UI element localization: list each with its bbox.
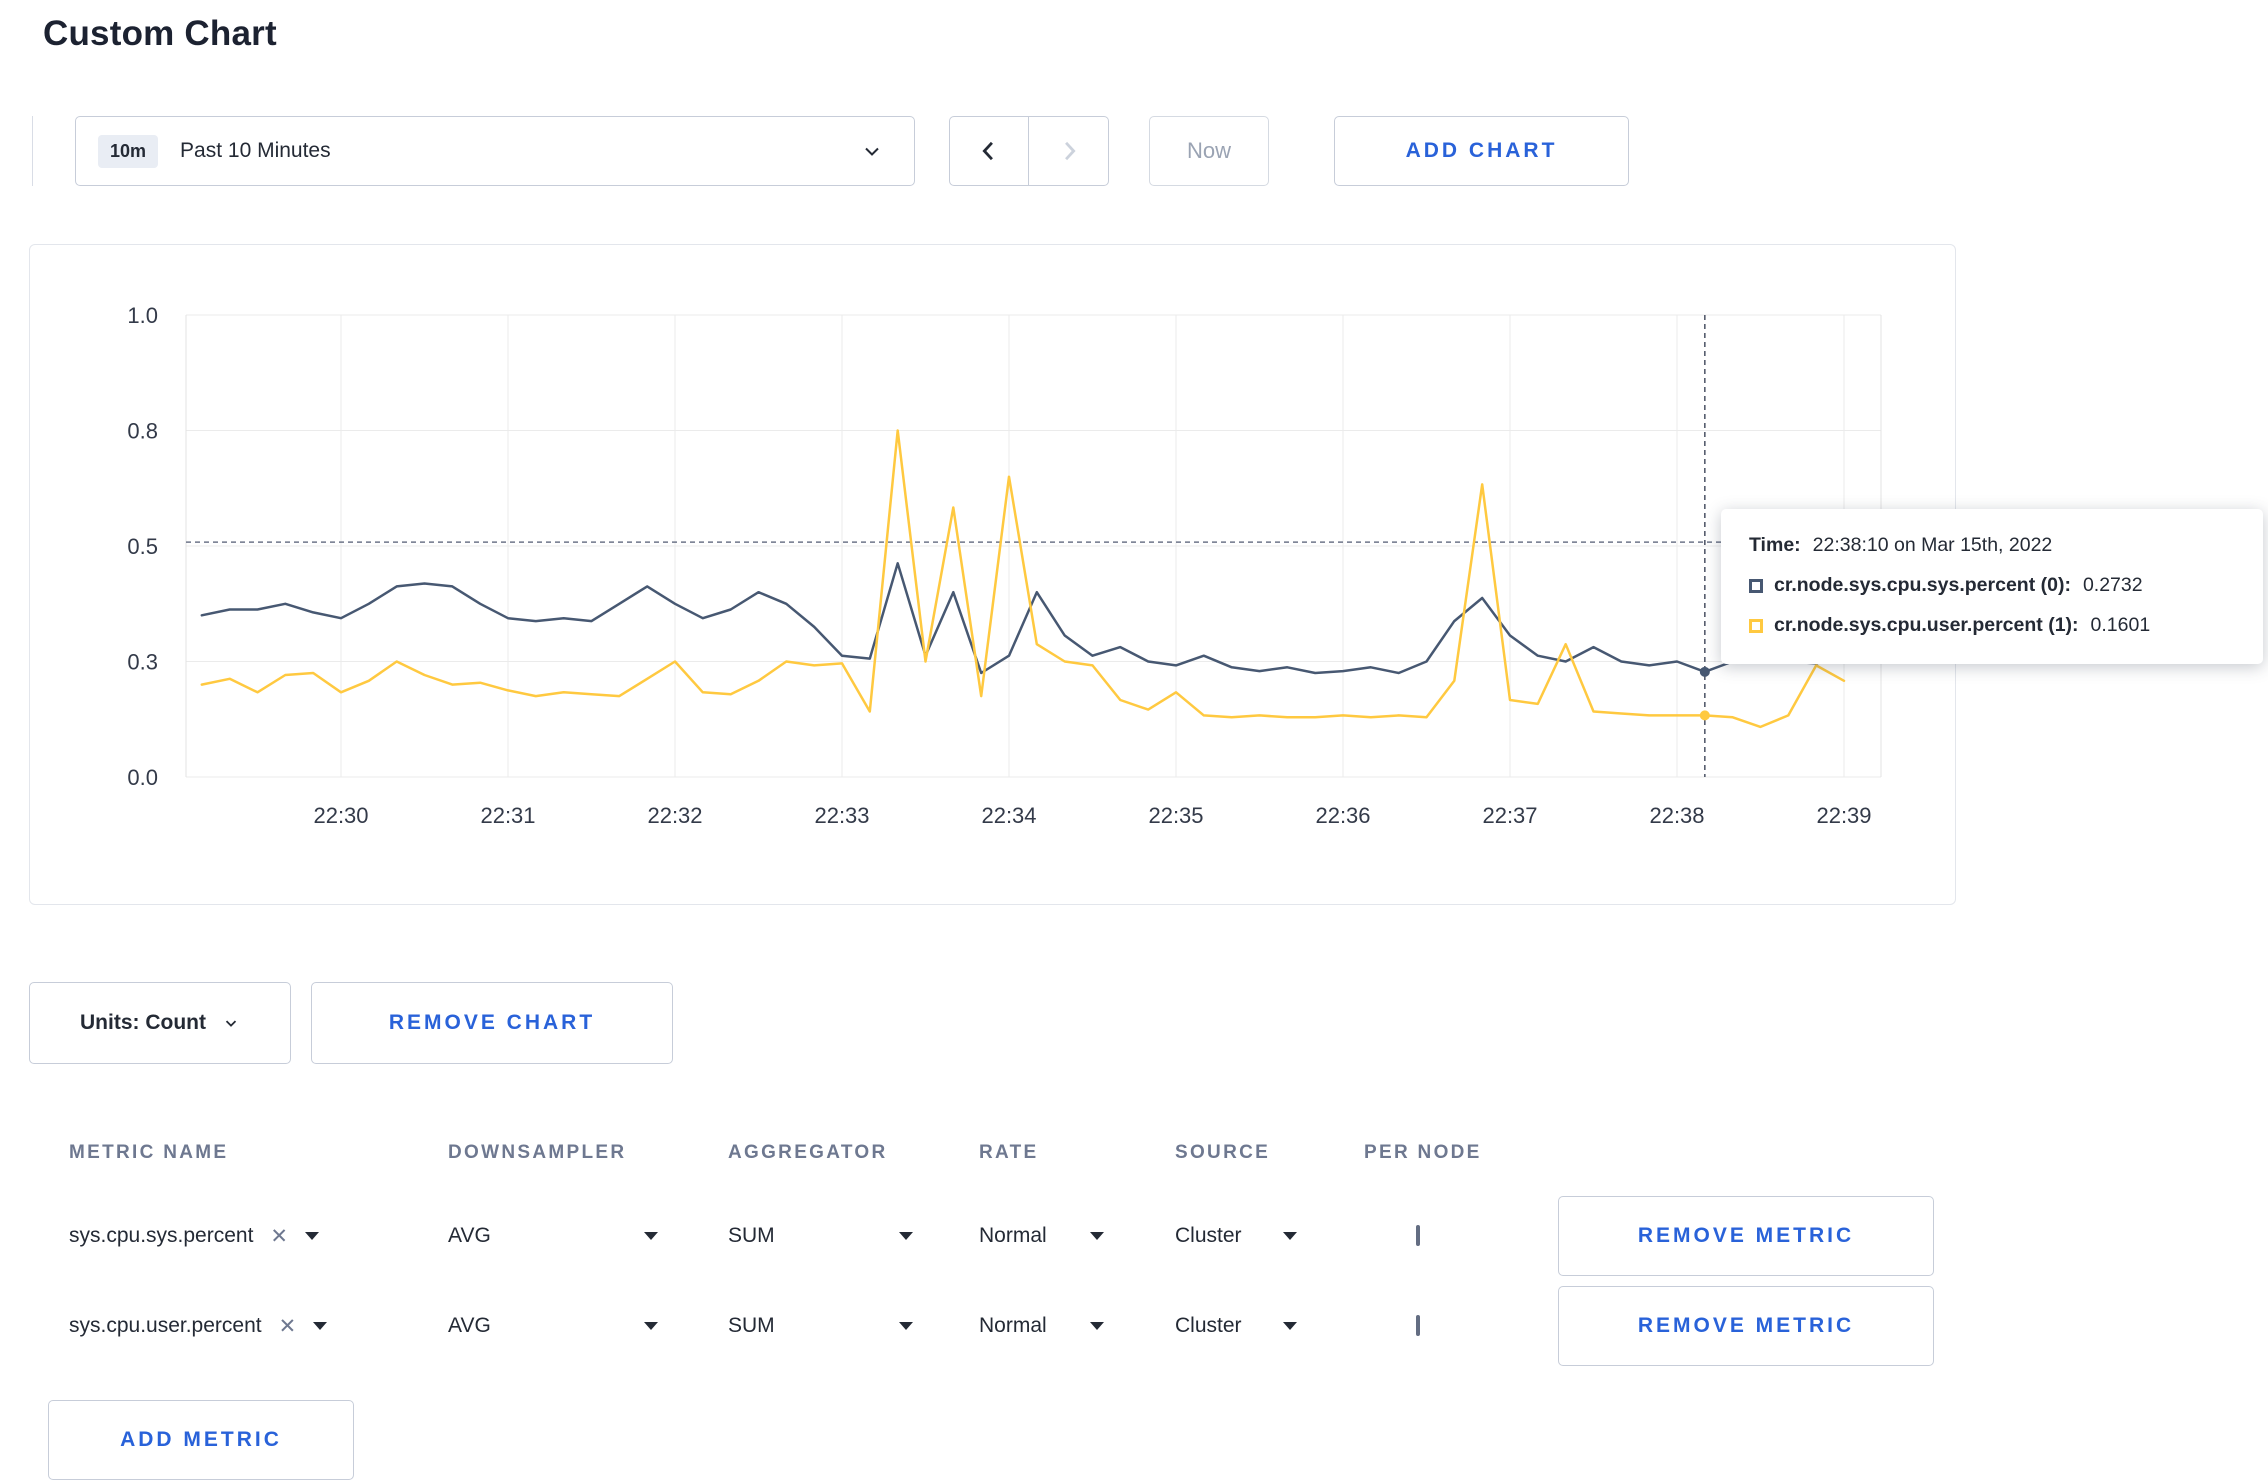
svg-text:22:33: 22:33: [814, 803, 869, 828]
tooltip-series-value: 0.2732: [2082, 574, 2143, 596]
source-value: Cluster: [1175, 1224, 1242, 1247]
rate-select[interactable]: Normal: [979, 1314, 1104, 1338]
header-metric-name: METRIC NAME: [69, 1142, 229, 1163]
now-button[interactable]: Now: [1149, 116, 1269, 186]
caret-down-icon: [1283, 1322, 1297, 1330]
aggregator-select[interactable]: SUM: [728, 1314, 913, 1338]
add-chart-button[interactable]: ADD CHART: [1334, 116, 1629, 186]
chevron-down-icon: [860, 139, 884, 163]
caret-down-icon: [899, 1232, 913, 1240]
rate-value: Normal: [979, 1224, 1047, 1247]
caret-down-icon: [644, 1322, 658, 1330]
caret-down-icon: [1090, 1232, 1104, 1240]
tooltip-time-row: Time: 22:38:10 on Mar 15th, 2022: [1749, 534, 2235, 557]
svg-text:22:39: 22:39: [1816, 803, 1871, 828]
chart-card: 0.0 0.3 0.5 0.8 1.0 22:30 22:31 22:32 22:33 22:34…: [29, 244, 1956, 905]
time-range-label: Past 10 Minutes: [180, 139, 331, 162]
header-rate: RATE: [979, 1142, 1039, 1163]
metric-name-select[interactable]: sys.cpu.user.percent ✕: [69, 1314, 448, 1338]
svg-text:1.0: 1.0: [127, 303, 158, 328]
per-node-checkbox[interactable]: [1416, 1315, 1420, 1336]
metrics-line-chart[interactable]: 0.0 0.3 0.5 0.8 1.0 22:30 22:31 22:32 22:33 22:34…: [30, 245, 1955, 904]
source-select[interactable]: Cluster: [1175, 1314, 1297, 1338]
svg-text:0.8: 0.8: [127, 419, 158, 444]
aggregator-select[interactable]: SUM: [728, 1224, 913, 1248]
clear-icon[interactable]: ✕: [270, 1226, 288, 1247]
header-aggregator: AGGREGATOR: [728, 1142, 888, 1163]
per-node-checkbox[interactable]: [1416, 1225, 1420, 1246]
time-range-select[interactable]: 10m Past 10 Minutes: [75, 116, 915, 186]
caret-down-icon: [313, 1322, 328, 1330]
remove-chart-button[interactable]: REMOVE CHART: [311, 982, 673, 1064]
chevron-left-icon: [975, 137, 1003, 165]
rate-select[interactable]: Normal: [979, 1224, 1104, 1248]
metric-row: sys.cpu.user.percent ✕ AVG SUM Normal Cl…: [29, 1284, 2239, 1368]
tooltip-series-row: cr.node.sys.cpu.sys.percent (0): 0.2732: [1749, 574, 2235, 597]
source-select[interactable]: Cluster: [1175, 1224, 1297, 1248]
svg-text:0.5: 0.5: [127, 534, 158, 559]
svg-text:0.0: 0.0: [127, 765, 158, 790]
svg-text:22:30: 22:30: [313, 803, 368, 828]
svg-text:22:35: 22:35: [1148, 803, 1203, 828]
metric-name-value: sys.cpu.sys.percent: [69, 1224, 254, 1247]
metrics-table-header: METRIC NAME DOWNSAMPLER AGGREGATOR RATE …: [29, 1114, 2239, 1188]
tooltip-time-label: Time:: [1749, 534, 1801, 556]
toolbar: 10m Past 10 Minutes Now ADD CHART: [32, 116, 2239, 186]
time-forward-button[interactable]: [1029, 116, 1109, 186]
add-metric-button[interactable]: ADD METRIC: [48, 1400, 354, 1480]
downsampler-value: AVG: [448, 1314, 491, 1337]
custom-chart-page: Custom Chart 10m Past 10 Minutes Now ADD…: [0, 0, 2268, 1480]
chart-tooltip: Time: 22:38:10 on Mar 15th, 2022 cr.node…: [1721, 509, 2263, 664]
units-label: Units: Count: [80, 1011, 206, 1034]
tooltip-series-label: cr.node.sys.cpu.user.percent (1):: [1774, 614, 2079, 636]
chart-controls: Units: Count REMOVE CHART: [29, 982, 2239, 1064]
caret-down-icon: [1090, 1322, 1104, 1330]
svg-text:22:31: 22:31: [480, 803, 535, 828]
tooltip-time-value: 22:38:10 on Mar 15th, 2022: [1812, 534, 2053, 556]
rate-value: Normal: [979, 1314, 1047, 1337]
remove-metric-button[interactable]: REMOVE METRIC: [1558, 1196, 1934, 1276]
tooltip-series-row: cr.node.sys.cpu.user.percent (1): 0.1601: [1749, 614, 2235, 637]
metrics-table: METRIC NAME DOWNSAMPLER AGGREGATOR RATE …: [29, 1114, 2239, 1480]
source-value: Cluster: [1175, 1314, 1242, 1337]
header-per-node: PER NODE: [1364, 1142, 1482, 1163]
chevron-right-icon: [1055, 137, 1083, 165]
svg-text:22:36: 22:36: [1315, 803, 1370, 828]
time-range-badge: 10m: [98, 134, 159, 168]
svg-text:0.3: 0.3: [127, 650, 158, 675]
caret-down-icon: [644, 1232, 658, 1240]
svg-text:22:38: 22:38: [1649, 803, 1704, 828]
remove-metric-button[interactable]: REMOVE METRIC: [1558, 1286, 1934, 1366]
header-downsampler: DOWNSAMPLER: [448, 1142, 627, 1163]
aggregator-value: SUM: [728, 1314, 775, 1337]
user-series-swatch-icon: [1749, 618, 1763, 633]
caret-down-icon: [305, 1232, 320, 1240]
toolbar-divider: [32, 116, 33, 186]
svg-text:22:37: 22:37: [1482, 803, 1537, 828]
downsampler-select[interactable]: AVG: [448, 1224, 658, 1248]
clear-icon[interactable]: ✕: [279, 1316, 297, 1337]
time-nav-group: [949, 116, 1109, 186]
time-back-button[interactable]: [949, 116, 1029, 186]
aggregator-value: SUM: [728, 1224, 775, 1247]
svg-text:22:32: 22:32: [647, 803, 702, 828]
metric-row: sys.cpu.sys.percent ✕ AVG SUM Normal Clu…: [29, 1194, 2239, 1278]
tooltip-series-value: 0.1601: [2090, 614, 2151, 636]
header-source: SOURCE: [1175, 1142, 1271, 1163]
caret-down-icon: [899, 1322, 913, 1330]
metric-name-value: sys.cpu.user.percent: [69, 1314, 262, 1337]
caret-down-icon: [1283, 1232, 1297, 1240]
chevron-down-icon: [222, 1014, 240, 1032]
page-title: Custom Chart: [43, 14, 277, 53]
downsampler-select[interactable]: AVG: [448, 1314, 658, 1338]
downsampler-value: AVG: [448, 1224, 491, 1247]
metric-name-select[interactable]: sys.cpu.sys.percent ✕: [69, 1224, 448, 1248]
tooltip-series-label: cr.node.sys.cpu.sys.percent (0):: [1774, 574, 2071, 596]
sys-series-swatch-icon: [1749, 578, 1763, 593]
units-select[interactable]: Units: Count: [29, 982, 291, 1064]
svg-text:22:34: 22:34: [981, 803, 1036, 828]
